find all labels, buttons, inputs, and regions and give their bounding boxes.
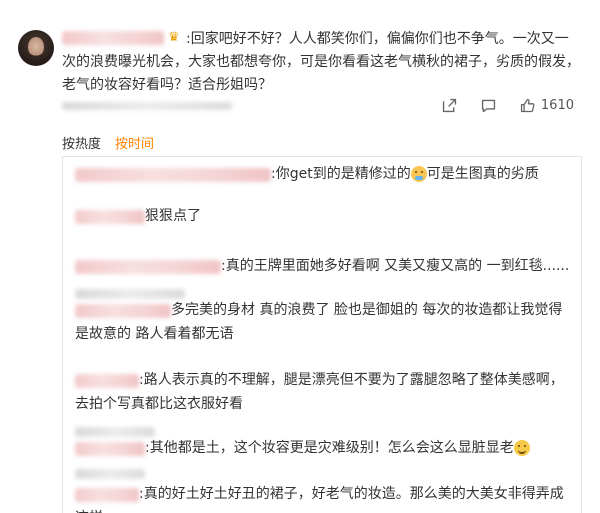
commenter-name-redacted[interactable] xyxy=(75,259,221,274)
comment-text-cont: 可是生图真的劣质 xyxy=(426,166,539,182)
post-actions: 1610 xyxy=(419,97,574,114)
post-meta-redacted xyxy=(62,102,232,110)
comment-meta-redacted xyxy=(75,283,575,299)
share-icon xyxy=(442,98,457,113)
share-button[interactable] xyxy=(441,97,458,114)
comment-item: :真的王牌里面她多好看啊 又美又瘦又高的 一到红毯...... xyxy=(75,255,575,279)
avatar[interactable] xyxy=(18,30,54,66)
comment-meta-redacted xyxy=(75,427,155,437)
commenter-name-redacted[interactable] xyxy=(75,209,145,224)
comment-button[interactable] xyxy=(480,97,497,114)
comment-item: :路人表示真的不理解，腿是漂亮但不要为了露腿忽略了整体美感啊，去拍个写真都比这衣… xyxy=(75,369,575,416)
comment-text: :路人表示真的不理解，腿是漂亮但不要为了露腿忽略了整体美感啊，去拍个写真都比这衣… xyxy=(75,372,564,412)
comment-meta-redacted xyxy=(75,289,185,299)
post: ♛ :回家吧好不好？人人都笑你们，偏偏你们也不争气。一次又一次的浪费曝光机会，大… xyxy=(0,0,600,124)
comment-item: :你get到的是精修过的 可是生图真的劣质 xyxy=(75,163,575,187)
tab-sort-time[interactable]: 按时间 xyxy=(115,133,154,152)
comment-list: :你get到的是精修过的 可是生图真的劣质 狠狠点了 :真的王牌里面她多好看啊 又… xyxy=(62,156,582,513)
tab-sort-hot[interactable]: 按热度 xyxy=(62,133,101,152)
commenter-name-redacted[interactable] xyxy=(75,487,139,502)
commenter-name-redacted[interactable] xyxy=(75,373,139,388)
comment-text: :真的好土好土好丑的裙子，好老气的妆造。那么美的大美女非得弄成这样 xyxy=(75,486,564,513)
like-count: 1610 xyxy=(540,98,574,113)
thumbs-up-icon xyxy=(520,98,535,113)
commenter-name-redacted[interactable] xyxy=(75,441,145,456)
comment-meta-redacted xyxy=(75,421,575,437)
like-button[interactable]: 1610 xyxy=(519,97,574,114)
comment-item: 多完美的身材 真的浪费了 脸也是御姐的 每次的妆造都让我觉得是故意的 路人看着都… xyxy=(75,299,575,346)
comment-item: :真的好土好土好丑的裙子，好老气的妆造。那么美的大美女非得弄成这样 xyxy=(75,483,575,513)
comment-icon xyxy=(481,99,496,113)
post-text: :回家吧好不好？人人都笑你们，偏偏你们也不争气。一次又一次的浪费曝光机会，大家也… xyxy=(62,31,580,93)
commenter-name-redacted[interactable] xyxy=(75,303,171,318)
comment-text: :其他都是土，这个妆容更是灾难级别！怎么会这么显脏显老 xyxy=(145,440,514,456)
comment-text: :你get到的是精修过的 xyxy=(271,166,411,182)
sweat-smile-icon xyxy=(513,439,530,456)
comment-item: 狠狠点了 xyxy=(75,205,575,229)
commenter-name-redacted[interactable] xyxy=(75,167,271,182)
comment-text: :真的王牌里面她多好看啊 又美又瘦又高的 一到红毯...... xyxy=(221,258,570,274)
comment-meta-redacted xyxy=(75,463,575,479)
comment-sort: 按热度 按时间 xyxy=(62,133,154,152)
comment-meta-redacted xyxy=(75,469,145,479)
cry-laugh-icon xyxy=(410,165,427,182)
comment-text: 狠狠点了 xyxy=(145,208,201,224)
comment-item: :其他都是土，这个妆容更是灾难级别！怎么会这么显脏显老 xyxy=(75,437,575,461)
